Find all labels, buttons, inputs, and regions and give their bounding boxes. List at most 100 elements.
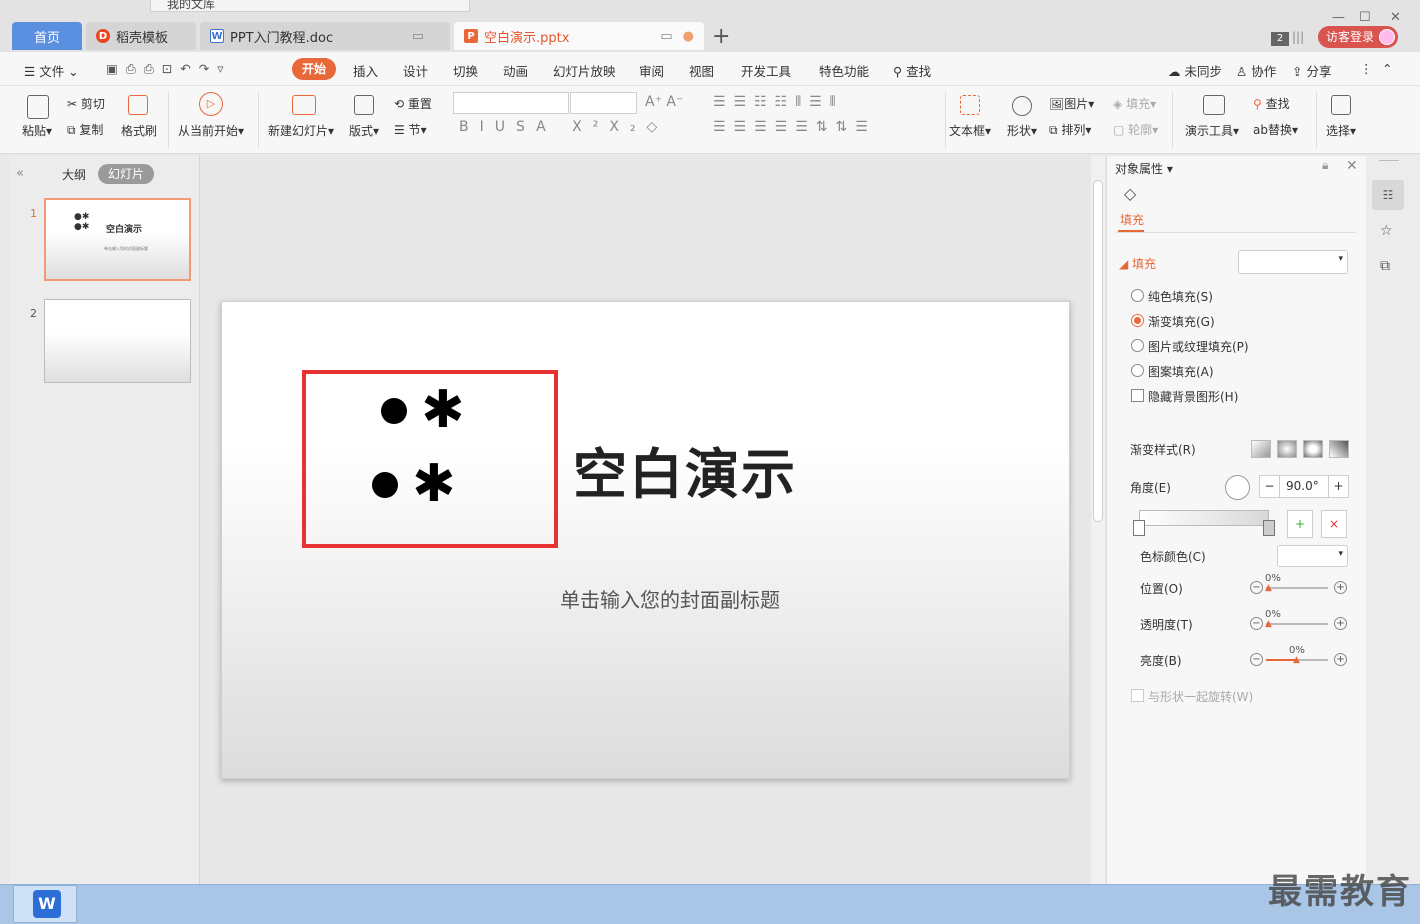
remove-stop-icon[interactable]: × [1321, 510, 1347, 538]
properties-icon[interactable]: ☷ [1372, 180, 1404, 210]
rotate-with-shape-checkbox[interactable] [1131, 689, 1144, 702]
maximize-icon[interactable]: ☐ [1359, 10, 1371, 25]
slides-tab[interactable]: 幻灯片 [98, 164, 154, 184]
copy-button[interactable]: ⧉ 复制 [67, 121, 103, 138]
select-button[interactable]: 选择▾ [1326, 122, 1356, 139]
fill-button[interactable]: ◈ 填充▾ [1113, 95, 1156, 112]
collapse-panel-icon[interactable]: « [16, 166, 24, 181]
font-format-icons[interactable]: BIUSA X²X₂◇ [459, 119, 668, 135]
tab-start[interactable]: 开始 [292, 58, 336, 80]
stop-color-dropdown[interactable]: ▾ [1277, 545, 1348, 567]
presentation-tools-button[interactable]: 演示工具▾ [1185, 122, 1239, 139]
format-painter-icon[interactable] [128, 95, 148, 115]
outline-tab[interactable]: 大纲 [62, 166, 86, 183]
cut-button[interactable]: ✂ 剪切 [67, 95, 105, 112]
brightness-decrease[interactable]: − [1250, 653, 1263, 666]
search-button[interactable]: ⚲ 查找 [893, 61, 931, 80]
fill-tab[interactable]: 填充 [1120, 211, 1144, 228]
collab-button[interactable]: ♙ 协作 [1236, 61, 1276, 80]
tab-insert[interactable]: 插入 [353, 61, 378, 80]
gradient-fill-radio[interactable] [1131, 314, 1144, 327]
monitor-icon[interactable]: ▭ [412, 29, 424, 44]
play-from-current-button[interactable]: 从当前开始▾ [178, 122, 244, 139]
new-tab-button[interactable]: + [712, 24, 730, 49]
gradient-style-path[interactable] [1329, 440, 1349, 458]
solid-fill-radio[interactable] [1131, 289, 1144, 302]
gradient-stop-left[interactable] [1133, 520, 1145, 536]
tab-word-doc[interactable]: W PPT入门教程.doc ▭ [200, 22, 450, 50]
angle-stepper[interactable]: − 90.0° + [1259, 475, 1349, 498]
fill-color-dropdown[interactable]: ▾ [1238, 250, 1348, 274]
share-button[interactable]: ⇪ 分享 [1292, 61, 1331, 80]
increment-button[interactable]: + [1328, 476, 1348, 497]
picture-fill-radio[interactable] [1131, 339, 1144, 352]
paragraph-list-icons[interactable]: ☰☰☷☷⫴☰⫴ [713, 94, 844, 110]
position-slider-handle[interactable]: ▲ [1265, 583, 1272, 593]
more-icon[interactable]: ⋮ [1360, 61, 1373, 76]
tab-animation[interactable]: 动画 [503, 61, 528, 80]
file-menu[interactable]: ☰ 文件 ⌄ [24, 61, 79, 80]
layout-button[interactable]: 版式▾ [349, 122, 379, 139]
quick-access-toolbar[interactable]: ▣⎙⎙⊡↶↷▿ [106, 61, 232, 77]
hide-bg-checkbox[interactable] [1131, 389, 1144, 402]
shape-button[interactable]: 形状▾ [1007, 122, 1037, 139]
tab-review[interactable]: 审阅 [639, 61, 664, 80]
fill-bucket-icon[interactable]: ◇ [1124, 184, 1136, 203]
properties-header[interactable]: 对象属性 ▾ [1115, 160, 1173, 177]
slide-subtitle[interactable]: 单击输入您的封面副标题 [560, 584, 780, 613]
position-slider[interactable] [1266, 587, 1328, 589]
transparency-increase[interactable]: + [1334, 617, 1347, 630]
paste-icon[interactable] [27, 95, 49, 119]
tab-view[interactable]: 视图 [689, 61, 714, 80]
tab-docer-templates[interactable]: D 稻壳模板 [86, 22, 196, 50]
login-button[interactable]: 访客登录 [1318, 26, 1398, 48]
position-decrease[interactable]: − [1250, 581, 1263, 594]
close-icon[interactable]: ✕ [1390, 10, 1401, 25]
tab-ppt-active[interactable]: P 空白演示.pptx ▭ ● [454, 22, 704, 50]
layout-icon[interactable] [354, 95, 374, 115]
transparency-slider-handle[interactable]: ▲ [1265, 619, 1272, 629]
angle-value[interactable]: 90.0° [1286, 479, 1319, 493]
gradient-style-rect[interactable] [1303, 440, 1323, 458]
shape-icon[interactable] [1012, 96, 1032, 116]
gradient-style-linear[interactable] [1251, 440, 1271, 458]
new-slide-icon[interactable] [292, 95, 316, 115]
font-size-dropdown[interactable] [570, 92, 637, 114]
position-increase[interactable]: + [1334, 581, 1347, 594]
gradient-stop-right[interactable] [1263, 520, 1275, 536]
lock-icon[interactable]: 🔒︎ [1322, 158, 1328, 173]
arrange-button[interactable]: ⧉ 排列▾ [1049, 121, 1091, 138]
minimize-icon[interactable]: — [1332, 10, 1345, 25]
replace-button[interactable]: ab替换▾ [1253, 121, 1298, 138]
transparency-slider[interactable] [1266, 623, 1328, 625]
tab-transition[interactable]: 切换 [453, 61, 478, 80]
play-icon[interactable]: ▷ [199, 92, 223, 116]
animation-icon[interactable]: ☆ [1380, 223, 1393, 239]
outline-button[interactable]: ▢ 轮廓▾ [1113, 121, 1158, 138]
fill-section-toggle[interactable]: ◢ 填充 [1119, 255, 1156, 272]
find-button[interactable]: ⚲ 查找 [1253, 95, 1290, 112]
decrement-button[interactable]: − [1260, 476, 1280, 497]
presentation-tools-icon[interactable] [1203, 95, 1225, 115]
angle-dial[interactable] [1225, 475, 1250, 500]
textbox-icon[interactable] [960, 95, 980, 115]
picture-button[interactable]: 🖼图片▾ [1049, 95, 1094, 112]
font-name-dropdown[interactable] [453, 92, 569, 114]
monitor-icon[interactable]: ▭ [660, 29, 672, 44]
tab-home[interactable]: 首页 [12, 22, 82, 50]
gradient-bar[interactable] [1139, 510, 1269, 526]
reset-button[interactable]: ⟲ 重置 [394, 95, 432, 112]
tab-special-features[interactable]: 特色功能 [819, 61, 869, 80]
close-pane-icon[interactable]: ✕ [1346, 158, 1358, 174]
font-grow-icon[interactable]: A⁺ A⁻ [645, 94, 683, 110]
pattern-fill-radio[interactable] [1131, 364, 1144, 377]
collapse-ribbon-icon[interactable]: ⌃ [1382, 61, 1392, 76]
brightness-increase[interactable]: + [1334, 653, 1347, 666]
paste-button[interactable]: 粘贴▾ [22, 122, 52, 139]
tab-developer[interactable]: 开发工具 [741, 61, 791, 80]
slide-thumbnail-2[interactable] [44, 299, 191, 383]
slide-title[interactable]: 空白演示 [573, 430, 797, 509]
slide-thumbnail-1[interactable]: ●✱ ●✱ 空白演示 单击输入您的封面副标题 [44, 198, 191, 281]
scrollbar-thumb[interactable] [1093, 180, 1103, 522]
list-view-icon[interactable]: ||| [1292, 30, 1304, 44]
